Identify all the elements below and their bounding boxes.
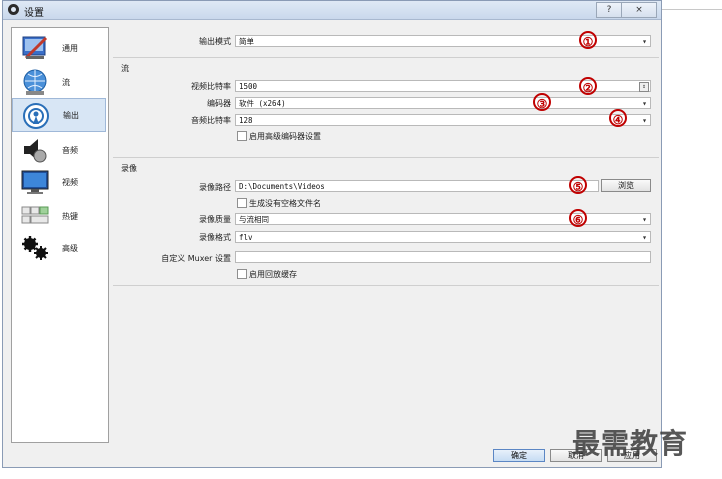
stream-section-title: 流 (121, 64, 129, 73)
title-bar[interactable]: 设置 ? × (3, 1, 661, 20)
sidebar-item-label: 流 (62, 78, 70, 87)
recording-quality-select[interactable]: 与流相同 (235, 213, 651, 225)
help-button[interactable]: ? (596, 2, 622, 18)
output-mode-label: 输出模式 (199, 37, 231, 46)
close-button[interactable]: × (621, 2, 657, 18)
obs-logo-icon (8, 4, 19, 15)
recording-section-title: 录像 (121, 164, 137, 173)
general-icon (22, 36, 48, 60)
video-icon (21, 170, 49, 194)
recording-format-label: 录像格式 (199, 233, 231, 242)
window-title: 设置 (24, 8, 44, 19)
output-icon (23, 103, 49, 129)
video-bitrate-value: 1500 (239, 82, 258, 91)
encoder-select[interactable]: 软件 (x264) (235, 97, 651, 109)
divider (113, 57, 659, 58)
sidebar-item-audio[interactable]: 音频 (12, 134, 106, 166)
recording-path-input[interactable]: D:\Documents\Videos (235, 180, 599, 192)
recording-quality-label: 录像质量 (199, 215, 231, 224)
recording-path-label: 录像路径 (199, 183, 231, 192)
annotation-marker-1: ① (579, 31, 597, 49)
annotation-marker-3: ③ (533, 93, 551, 111)
annotation-marker-6: ⑥ (569, 209, 587, 227)
hotkeys-icon (21, 206, 49, 224)
no-space-filename-checkbox-label: 生成没有空格文件名 (249, 199, 321, 208)
background-edge (656, 9, 722, 10)
encoder-label: 编码器 (207, 99, 231, 108)
sidebar-item-label: 热键 (62, 212, 78, 221)
custom-muxer-input[interactable] (235, 251, 651, 263)
output-settings-panel: 输出模式 简单 流 视频比特率 1500 ⇕ 编码器 软件 (x264) 音频比… (113, 27, 659, 441)
sidebar-item-label: 高级 (62, 244, 78, 253)
audio-bitrate-label: 音频比特率 (191, 116, 231, 125)
no-space-filename-checkbox[interactable] (237, 198, 247, 208)
sidebar-item-label: 通用 (62, 44, 78, 53)
stream-icon (23, 69, 47, 95)
divider (113, 157, 659, 158)
annotation-marker-5: ⑤ (569, 176, 587, 194)
sidebar-item-advanced[interactable]: 高级 (12, 232, 106, 264)
sidebar-item-video[interactable]: 视频 (12, 166, 106, 198)
audio-bitrate-select[interactable]: 128 (235, 114, 651, 126)
spinner-arrows-icon[interactable]: ⇕ (639, 82, 649, 92)
sidebar-item-general[interactable]: 通用 (12, 32, 106, 64)
divider (113, 285, 659, 286)
sidebar-item-label: 视频 (62, 178, 78, 187)
sidebar-item-stream[interactable]: 流 (12, 66, 106, 98)
settings-sidebar: 通用 流 输出 音频 视频 热键 高级 (11, 27, 109, 443)
sidebar-item-label: 音频 (62, 146, 78, 155)
video-bitrate-label: 视频比特率 (191, 82, 231, 91)
watermark-text: 最需教育 (572, 427, 689, 460)
annotation-marker-2: ② (579, 77, 597, 95)
advanced-icon (22, 236, 48, 260)
sidebar-item-output[interactable]: 输出 (12, 98, 106, 132)
settings-window: 设置 ? × 通用 流 输出 音频 视频 热键 高级 输出模式 简单 ▾ 流 视… (2, 0, 662, 468)
custom-muxer-label: 自定义 Muxer 设置 (161, 254, 231, 263)
recording-format-select[interactable]: flv (235, 231, 651, 243)
annotation-marker-4: ④ (609, 109, 627, 127)
replay-buffer-checkbox[interactable] (237, 269, 247, 279)
audio-icon (24, 139, 47, 163)
sidebar-item-label: 输出 (63, 111, 79, 120)
replay-buffer-checkbox-label: 启用回放缓存 (249, 270, 297, 279)
sidebar-item-hotkeys[interactable]: 热键 (12, 200, 106, 232)
advanced-encoder-checkbox-label: 启用高级编码器设置 (249, 132, 321, 141)
advanced-encoder-checkbox[interactable] (237, 131, 247, 141)
ok-button[interactable]: 确定 (493, 449, 545, 462)
browse-button[interactable]: 浏览 (601, 179, 651, 192)
